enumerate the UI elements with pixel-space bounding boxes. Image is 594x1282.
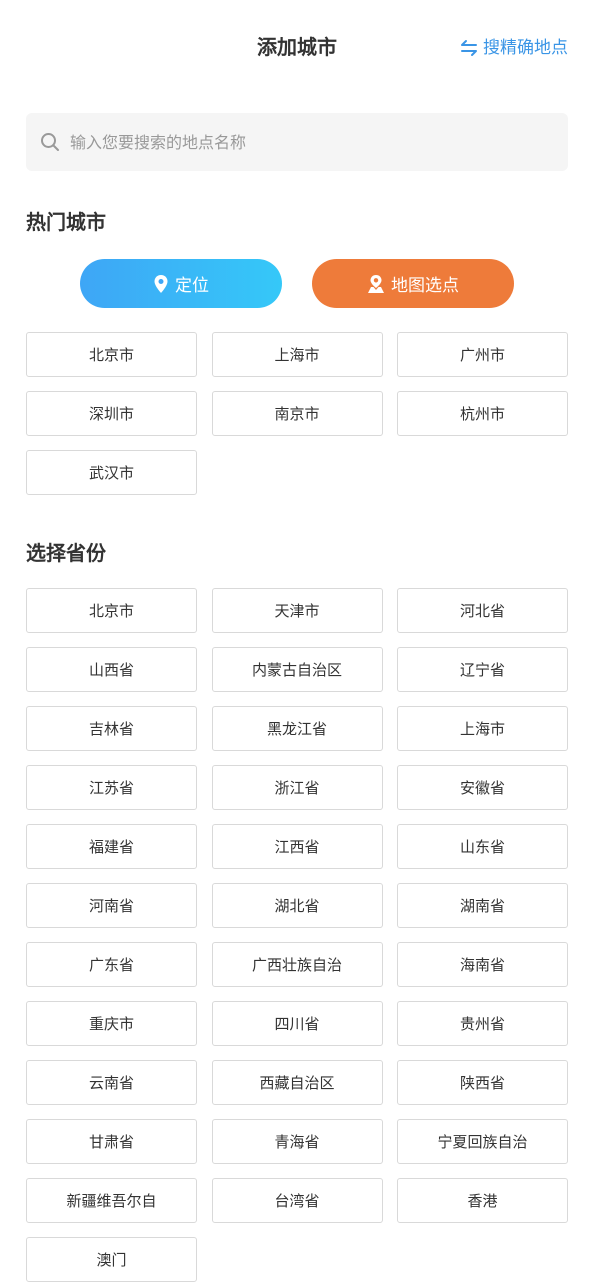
province-chip[interactable]: 福建省 [26,824,197,869]
header: 添加城市 搜精确地点 [0,0,594,96]
province-chip[interactable]: 北京市 [26,588,197,633]
province-chip[interactable]: 山西省 [26,647,197,692]
province-chip[interactable]: 甘肃省 [26,1119,197,1164]
province-chip[interactable]: 广西壮族自治 [211,942,383,987]
province-chip[interactable]: 河北省 [397,588,568,633]
hot-city-chip[interactable]: 深圳市 [26,391,197,436]
province-chip[interactable]: 香港 [397,1178,568,1223]
province-chip[interactable]: 澳门 [26,1237,197,1282]
province-chip[interactable]: 贵州省 [397,1001,568,1046]
hot-cities-title: 热门城市 [26,210,106,234]
province-chip[interactable]: 安徽省 [397,765,568,810]
province-chip[interactable]: 广东省 [26,942,197,987]
locate-button[interactable]: 定位 [80,259,282,308]
province-chip[interactable]: 重庆市 [26,1001,197,1046]
province-chip[interactable]: 四川省 [211,1001,383,1046]
province-chip[interactable]: 天津市 [211,588,383,633]
search-input[interactable] [70,127,530,157]
province-chip[interactable]: 宁夏回族自治 [397,1119,568,1164]
hot-city-chip[interactable]: 南京市 [211,391,383,436]
province-chip[interactable]: 青海省 [211,1119,383,1164]
province-chip[interactable]: 上海市 [397,706,568,751]
hot-city-chip[interactable]: 上海市 [211,332,383,377]
province-chip[interactable]: 内蒙古自治区 [211,647,383,692]
province-chip[interactable]: 山东省 [397,824,568,869]
search-icon [41,133,59,151]
province-chip[interactable]: 浙江省 [211,765,383,810]
province-chip[interactable]: 江西省 [211,824,383,869]
location-pin-icon [154,274,168,293]
province-chip[interactable]: 湖南省 [397,883,568,928]
search-bar[interactable] [26,113,568,171]
province-chip[interactable]: 吉林省 [26,706,197,751]
province-chip[interactable]: 江苏省 [26,765,197,810]
precise-search-label: 搜精确地点 [483,38,568,58]
map-user-pin-icon [368,274,384,293]
precise-search-link[interactable]: 搜精确地点 [459,34,568,62]
province-chip[interactable]: 陕西省 [397,1060,568,1105]
map-pick-button-label: 地图选点 [391,276,459,296]
province-chip[interactable]: 新疆维吾尔自 [26,1178,197,1223]
province-chip[interactable]: 黑龙江省 [211,706,383,751]
province-chip[interactable]: 河南省 [26,883,197,928]
hot-city-chip[interactable]: 广州市 [397,332,568,377]
hot-cities-grid: 北京市 上海市 广州市 深圳市 南京市 杭州市 武汉市 [26,332,568,495]
hot-city-chip[interactable]: 北京市 [26,332,197,377]
province-chip[interactable]: 台湾省 [211,1178,383,1223]
hot-city-chip[interactable]: 杭州市 [397,391,568,436]
hot-city-chip[interactable]: 武汉市 [26,450,197,495]
province-chip[interactable]: 云南省 [26,1060,197,1105]
locate-button-label: 定位 [175,276,209,296]
province-chip[interactable]: 西藏自治区 [211,1060,383,1105]
map-pick-button[interactable]: 地图选点 [312,259,514,308]
province-chip[interactable]: 海南省 [397,942,568,987]
swap-arrows-icon [461,40,477,56]
province-chip[interactable]: 湖北省 [211,883,383,928]
provinces-title: 选择省份 [26,541,106,565]
province-chip[interactable]: 辽宁省 [397,647,568,692]
provinces-grid: 北京市 天津市 河北省 山西省 内蒙古自治区 辽宁省 吉林省 黑龙江省 上海市 … [26,588,568,1282]
